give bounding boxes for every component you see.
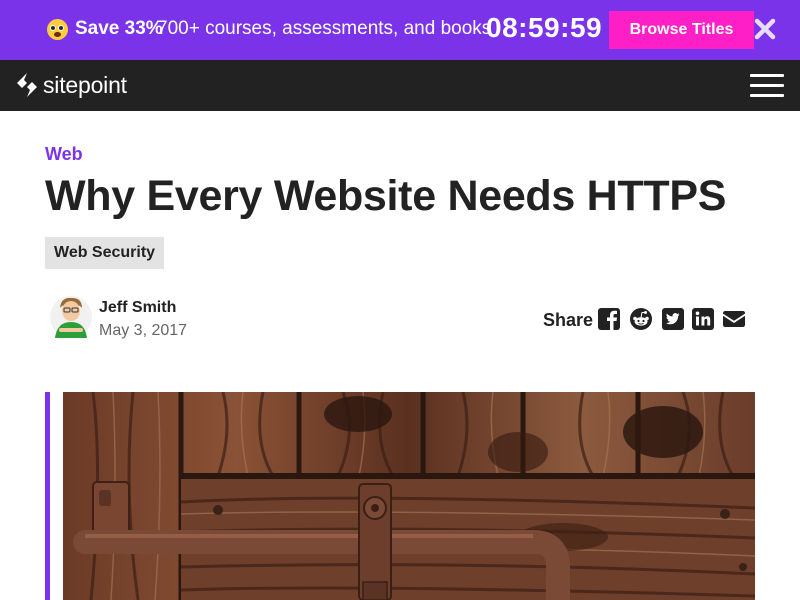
promo-banner: Save 33% 700+ courses, assessments, and … [0, 0, 800, 60]
article-category-link[interactable]: Web [45, 144, 83, 165]
close-icon[interactable] [753, 17, 777, 41]
site-header: sitepoint [0, 60, 800, 111]
promo-countdown-timer: 08:59:59 [486, 12, 603, 43]
promo-description: 700+ courses, assessments, and books [157, 18, 492, 39]
twitter-icon[interactable] [661, 307, 685, 331]
topic-tag[interactable]: Web Security [45, 237, 165, 269]
email-icon[interactable] [722, 307, 746, 331]
linkedin-icon[interactable] [691, 307, 715, 331]
article-title: Why Every Website Needs HTTPS [45, 172, 727, 220]
publish-date: May 3, 2017 [99, 322, 188, 339]
facebook-icon[interactable] [597, 307, 621, 331]
hero-image [63, 392, 755, 600]
share-label: Share [543, 310, 594, 330]
hero-accent-rule [45, 392, 50, 600]
author-name[interactable]: Jeff Smith [99, 299, 176, 317]
astonished-face-icon [47, 19, 68, 40]
site-logo-text[interactable]: sitepoint [43, 72, 127, 99]
promo-save-label: Save 33% [75, 18, 163, 39]
reddit-icon[interactable] [629, 307, 653, 331]
sitepoint-logo-icon[interactable] [15, 72, 39, 98]
hamburger-menu-icon[interactable] [750, 74, 784, 98]
author-avatar[interactable] [49, 294, 93, 340]
browse-titles-button[interactable]: Browse Titles [609, 11, 754, 49]
